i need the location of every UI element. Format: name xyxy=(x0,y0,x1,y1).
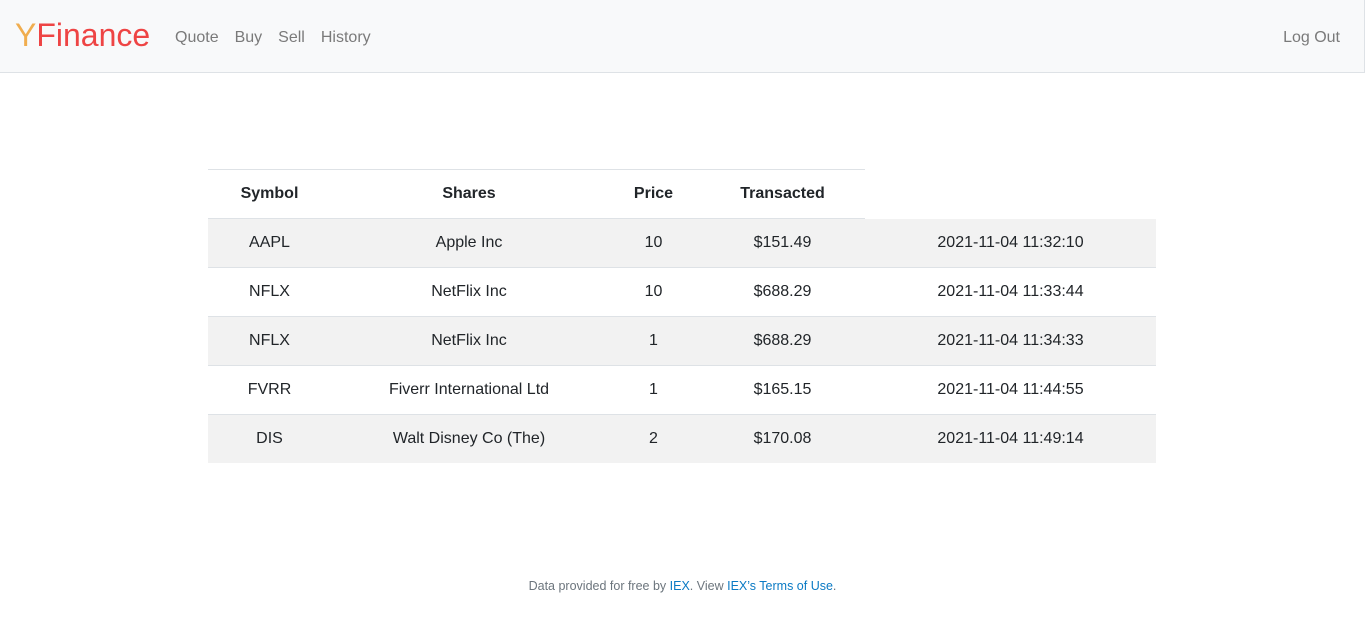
cell-symbol: NFLX xyxy=(249,332,290,349)
cell-name: Apple Inc xyxy=(435,234,503,251)
cell-transacted: 2021-11-04 11:33:44 xyxy=(937,283,1084,300)
header-price: Price xyxy=(633,185,674,202)
table-row: AAPL Apple Inc 10 $151.49 2021-11-04 11:… xyxy=(208,219,1156,268)
cell-shares: 10 xyxy=(644,234,663,251)
nav-links: Quote Buy Sell History xyxy=(175,28,387,48)
header-symbol: Symbol xyxy=(240,185,299,202)
table-row: NFLX NetFlix Inc 1 $688.29 2021-11-04 11… xyxy=(208,317,1156,366)
cell-name: NetFlix Inc xyxy=(431,332,507,349)
footer-middle: . View xyxy=(689,579,728,593)
header-transacted: Transacted xyxy=(740,185,825,202)
cell-price: $688.29 xyxy=(753,332,812,349)
cell-shares: 1 xyxy=(649,332,658,349)
table-body: AAPL Apple Inc 10 $151.49 2021-11-04 11:… xyxy=(208,219,1156,463)
cell-symbol: FVRR xyxy=(247,381,292,398)
cell-transacted: 2021-11-04 11:49:14 xyxy=(937,430,1084,447)
brand-logo[interactable]: YFinance xyxy=(15,15,150,55)
cell-transacted: 2021-11-04 11:32:10 xyxy=(937,234,1084,251)
nav-link-buy[interactable]: Buy xyxy=(235,28,263,48)
footer: Data provided for free by IEX. View IEX’… xyxy=(0,577,1365,595)
cell-symbol: NFLX xyxy=(249,283,290,300)
brand-logo-text: Finance xyxy=(36,17,151,53)
cell-transacted: 2021-11-04 11:34:33 xyxy=(937,332,1084,349)
header-shares: Shares xyxy=(442,185,496,202)
cell-price: $170.08 xyxy=(753,430,812,447)
nav-link-history[interactable]: History xyxy=(321,28,371,48)
table-row: FVRR Fiverr International Ltd 1 $165.15 … xyxy=(208,366,1156,415)
cell-shares: 10 xyxy=(644,283,663,300)
cell-price: $688.29 xyxy=(753,283,812,300)
nav-link-quote[interactable]: Quote xyxy=(175,28,219,48)
nav-link-sell[interactable]: Sell xyxy=(278,28,305,48)
cell-shares: 2 xyxy=(649,430,658,447)
cell-symbol: AAPL xyxy=(249,234,290,251)
table-row: NFLX NetFlix Inc 10 $688.29 2021-11-04 1… xyxy=(208,268,1156,317)
terms-of-use-link[interactable]: IEX’s Terms of Use xyxy=(727,579,833,593)
cell-price: $165.15 xyxy=(753,381,812,398)
cell-symbol: DIS xyxy=(256,430,283,447)
cell-price: $151.49 xyxy=(753,234,812,251)
table-row: DIS Walt Disney Co (The) 2 $170.08 2021-… xyxy=(208,415,1156,463)
cell-transacted: 2021-11-04 11:44:55 xyxy=(937,381,1084,398)
cell-name: NetFlix Inc xyxy=(431,283,507,300)
navbar: YFinance Quote Buy Sell History Log Out xyxy=(0,0,1365,73)
footer-prefix: Data provided for free by xyxy=(528,579,670,593)
logout-link[interactable]: Log Out xyxy=(1283,28,1340,48)
iex-link[interactable]: IEX xyxy=(670,579,690,593)
footer-suffix: . xyxy=(832,579,837,593)
cell-shares: 1 xyxy=(649,381,658,398)
cell-name: Fiverr International Ltd xyxy=(388,381,550,398)
table-header: Symbol Shares Price Transacted xyxy=(208,170,865,220)
cell-name: Walt Disney Co (The) xyxy=(392,430,546,447)
brand-logo-y: Y xyxy=(15,17,37,53)
